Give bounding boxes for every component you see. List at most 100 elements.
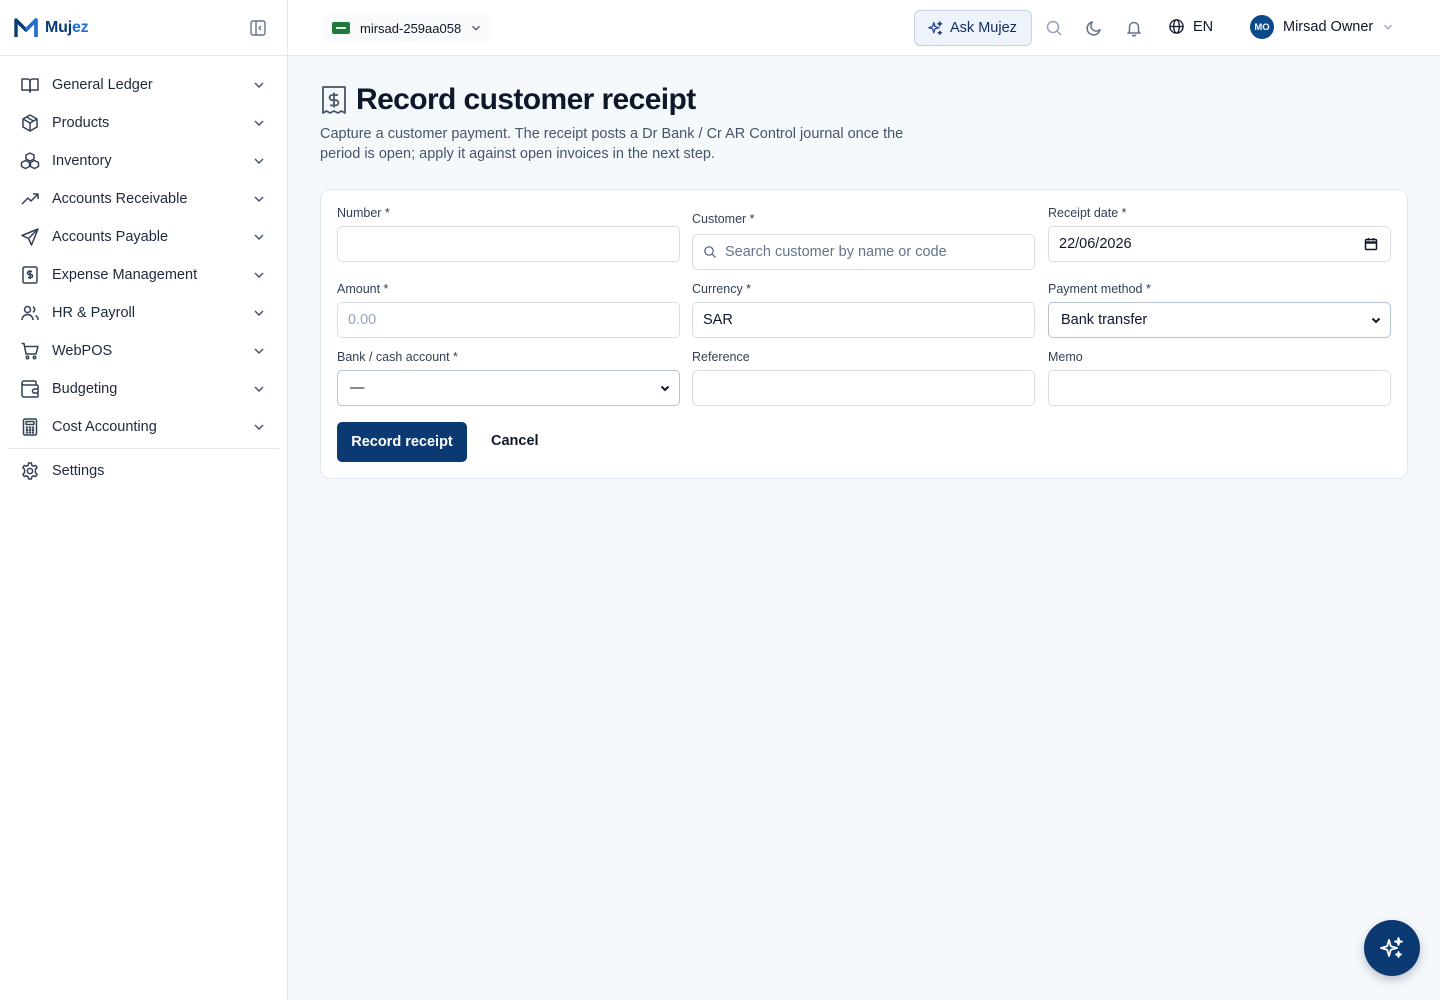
amount-input[interactable]: 0.00: [337, 302, 680, 338]
currency-input[interactable]: SAR: [692, 302, 1035, 338]
page-title: Record customer receipt: [356, 83, 696, 116]
sidebar-item-hr-payroll[interactable]: HR & Payroll: [0, 294, 287, 332]
payment-method-select[interactable]: Bank transfer: [1048, 302, 1391, 338]
sidebar-item-products[interactable]: Products: [0, 104, 287, 142]
customer-search-placeholder: Search customer by name or code: [725, 244, 947, 260]
box-icon: [22, 114, 38, 132]
page-subtitle: Capture a customer payment. The receipt …: [320, 126, 904, 162]
receipt-date-label: Receipt date *: [1048, 206, 1127, 220]
bank-account-select[interactable]: —: [337, 370, 680, 406]
sidebar-item-label: General Ledger: [52, 77, 153, 93]
brand-name-part1: Muj: [45, 18, 72, 36]
language-label: EN: [1193, 18, 1214, 35]
sidebar-nav: General Ledger Products Inventory Accoun…: [0, 56, 287, 491]
receipt-date-value: 22/06/2026: [1059, 236, 1132, 252]
chevron-down-icon: [254, 158, 264, 165]
sidebar-item-label: Accounts Payable: [52, 229, 169, 245]
sidebar-item-accounts-payable[interactable]: Accounts Payable: [0, 218, 287, 256]
chevron-down-icon: [254, 196, 264, 203]
gear-icon: [22, 462, 38, 480]
book-open-icon: [21, 78, 39, 93]
sidebar-item-cost-accounting[interactable]: Cost Accounting: [0, 408, 287, 446]
reference-input[interactable]: [692, 370, 1035, 406]
sidebar-item-expense-management[interactable]: Expense Management: [0, 256, 287, 294]
receipt-form-card: Number * Customer * Search customer by n…: [320, 189, 1408, 479]
chevron-down-icon: [254, 310, 264, 317]
mujez-logo-icon: [14, 17, 38, 37]
chevron-down-icon: [660, 385, 670, 392]
search-icon[interactable]: [1045, 19, 1063, 37]
search-icon: [704, 246, 716, 258]
record-receipt-button[interactable]: Record receipt: [337, 422, 467, 462]
ask-mujez-button[interactable]: Ask Mujez: [914, 10, 1032, 46]
sidebar-item-label: Settings: [52, 463, 105, 479]
sidebar-item-label: Expense Management: [52, 267, 198, 283]
send-icon: [21, 228, 39, 246]
avatar: MO: [1250, 15, 1274, 39]
sidebar-item-budgeting[interactable]: Budgeting: [0, 370, 287, 408]
sidebar-divider: [8, 448, 279, 449]
sidebar-item-label: WebPOS: [52, 343, 113, 359]
bank-account-label: Bank / cash account *: [337, 350, 458, 364]
sidebar: Mujez General Ledger Products Inventory …: [0, 0, 288, 1000]
sidebar-item-label: Budgeting: [52, 381, 118, 397]
bell-icon[interactable]: [1125, 19, 1143, 37]
sparkles-icon: [1380, 937, 1403, 958]
bank-account-value: —: [350, 380, 365, 396]
sidebar-item-label: Products: [52, 115, 110, 131]
brand[interactable]: Mujez: [0, 0, 287, 56]
memo-input[interactable]: [1048, 370, 1391, 406]
page-header: Record customer receipt: [320, 83, 696, 117]
tenant-switcher[interactable]: mirsad-259aa058: [324, 14, 492, 42]
number-field-group: Number *: [337, 206, 680, 262]
assistant-fab-button[interactable]: [1364, 920, 1420, 976]
chevron-down-icon: [254, 82, 264, 89]
currency-field-group: Currency * SAR: [692, 282, 1035, 338]
brand-name: Mujez: [45, 18, 89, 37]
cancel-button[interactable]: Cancel: [491, 433, 539, 449]
users-icon: [21, 305, 39, 321]
number-input[interactable]: [337, 226, 680, 262]
chevron-down-icon: [472, 25, 481, 31]
sidebar-item-label: Inventory: [52, 153, 112, 169]
chevron-down-icon: [1371, 317, 1381, 324]
moon-icon[interactable]: [1085, 19, 1103, 37]
sidebar-item-label: HR & Payroll: [52, 305, 135, 321]
bank-account-field-group: Bank / cash account * —: [337, 350, 680, 406]
customer-field-group: Customer * Search customer by name or co…: [692, 212, 1035, 270]
user-menu[interactable]: MO Mirsad Owner: [1250, 15, 1395, 39]
chevron-down-icon: [254, 386, 264, 393]
amount-field-group: Amount * 0.00: [337, 282, 680, 338]
boxes-icon: [20, 152, 40, 170]
top-bar: mirsad-259aa058 Ask Mujez EN MO Mirsad O…: [288, 0, 1440, 56]
sidebar-item-accounts-receivable[interactable]: Accounts Receivable: [0, 180, 287, 218]
sparkles-icon: [928, 20, 943, 35]
receipt-icon: [22, 266, 38, 284]
receipt-date-input[interactable]: 22/06/2026: [1048, 226, 1391, 262]
receipt-icon: [322, 86, 346, 114]
main-content: Record customer receipt Capture a custom…: [288, 56, 1440, 1000]
sidebar-item-label: Accounts Receivable: [52, 191, 188, 207]
ask-mujez-label: Ask Mujez: [950, 20, 1017, 36]
chevron-down-icon: [1384, 24, 1393, 30]
currency-label: Currency *: [692, 282, 752, 296]
customer-search-input[interactable]: Search customer by name or code: [692, 234, 1035, 270]
receipt-date-field-group: Receipt date * 22/06/2026: [1048, 206, 1391, 262]
brand-name-part2: ez: [71, 18, 89, 36]
chevron-down-icon: [254, 120, 264, 127]
memo-label: Memo: [1048, 350, 1083, 364]
trending-up-icon: [21, 193, 39, 205]
globe-icon: [1169, 19, 1184, 34]
memo-field-group: Memo: [1048, 350, 1391, 406]
language-switcher[interactable]: EN: [1168, 18, 1213, 35]
tenant-name: mirsad-259aa058: [360, 20, 462, 36]
sidebar-item-webpos[interactable]: WebPOS: [0, 332, 287, 370]
sidebar-collapse-icon[interactable]: [249, 19, 267, 37]
chevron-down-icon: [254, 234, 264, 241]
sidebar-item-inventory[interactable]: Inventory: [0, 142, 287, 180]
sidebar-item-settings[interactable]: Settings: [0, 451, 287, 491]
reference-field-group: Reference: [692, 350, 1035, 406]
sidebar-item-general-ledger[interactable]: General Ledger: [0, 66, 287, 104]
calendar-icon[interactable]: [1364, 237, 1378, 251]
reference-label: Reference: [692, 350, 750, 364]
